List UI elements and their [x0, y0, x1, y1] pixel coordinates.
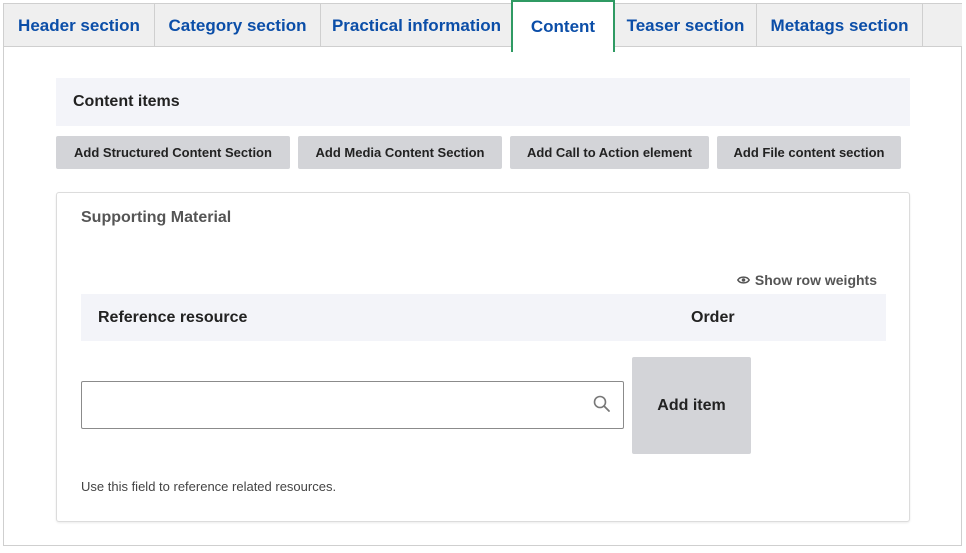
- tab-header-section[interactable]: Header section: [4, 4, 155, 47]
- reference-resource-field: [81, 381, 624, 429]
- add-structured-content-section-button[interactable]: Add Structured Content Section: [56, 136, 290, 169]
- add-media-content-section-button[interactable]: Add Media Content Section: [298, 136, 502, 169]
- reference-help-text: Use this field to reference related reso…: [81, 479, 337, 494]
- tab-metatags-section[interactable]: Metatags section: [757, 4, 923, 47]
- column-header-reference-resource: Reference resource: [98, 308, 248, 326]
- reference-table-header: Reference resource Order: [81, 294, 886, 341]
- tab-category-section[interactable]: Category section: [155, 4, 321, 47]
- content-items-title: Content items: [73, 93, 180, 110]
- reference-resource-input[interactable]: [92, 382, 586, 428]
- tab-teaser-section[interactable]: Teaser section: [615, 4, 757, 47]
- add-call-to-action-button[interactable]: Add Call to Action element: [510, 136, 709, 169]
- content-items-header: Content items: [56, 78, 910, 126]
- add-file-content-section-button[interactable]: Add File content section: [717, 136, 901, 169]
- add-item-button[interactable]: Add item: [632, 357, 751, 454]
- search-icon: [593, 395, 611, 418]
- supporting-material-title: Supporting Material: [81, 209, 232, 226]
- show-row-weights-label: Show row weights: [754, 272, 877, 288]
- column-header-order: Order: [691, 308, 735, 326]
- supporting-material-panel: Supporting Material Show row weights Ref…: [56, 192, 910, 522]
- tab-content[interactable]: Content: [511, 0, 615, 52]
- tab-practical-information[interactable]: Practical information: [321, 4, 513, 47]
- show-row-weights-link[interactable]: Show row weights: [736, 272, 877, 288]
- eye-icon: [736, 272, 750, 288]
